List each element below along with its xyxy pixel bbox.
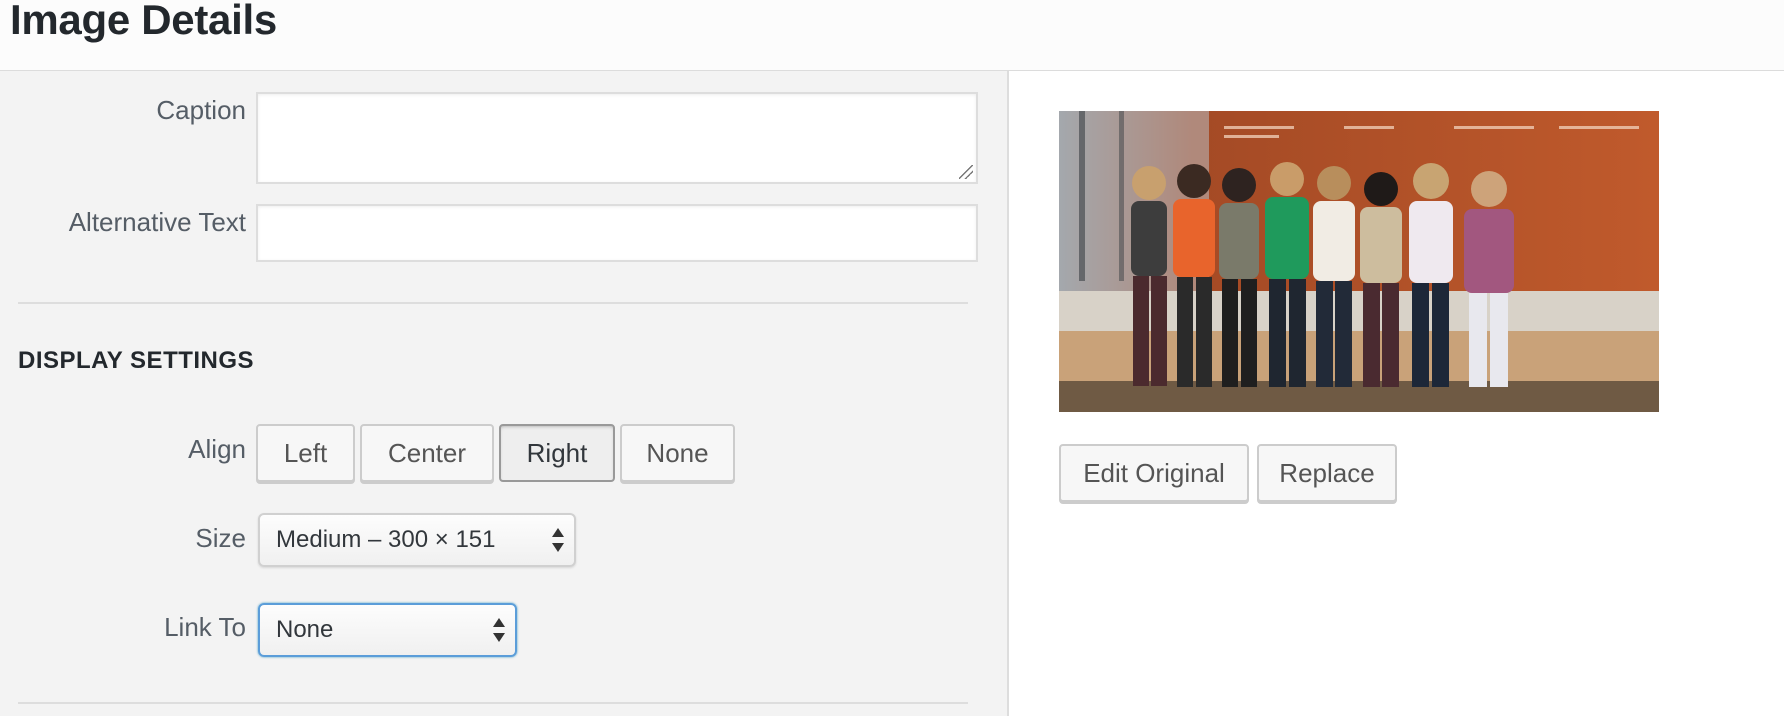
display-settings-heading: DISPLAY SETTINGS	[18, 347, 255, 374]
caption-label: Caption	[156, 95, 246, 125]
preview-panel: Edit Original Replace	[1009, 71, 1784, 716]
size-label: Size	[195, 523, 246, 553]
align-right-button[interactable]: Right	[499, 424, 615, 482]
edit-original-button[interactable]: Edit Original	[1059, 444, 1249, 502]
modal-title-bar: Image Details	[0, 0, 1784, 71]
section-divider	[18, 302, 968, 304]
alt-text-input[interactable]	[256, 204, 978, 262]
replace-button[interactable]: Replace	[1257, 444, 1397, 502]
size-select-value: Medium – 300 × 151	[276, 526, 496, 553]
link-to-select-value: None	[276, 616, 334, 643]
align-none-button[interactable]: None	[620, 424, 735, 482]
link-to-select[interactable]: None	[258, 603, 517, 657]
select-arrows-icon	[552, 528, 564, 552]
page-title: Image Details	[10, 0, 277, 43]
alt-text-label: Alternative Text	[68, 207, 246, 237]
settings-panel: Caption Alternative Text DISPLAY SETTING…	[0, 71, 1009, 716]
caption-textarea[interactable]	[256, 92, 978, 184]
resize-handle-icon[interactable]	[959, 165, 973, 179]
image-preview	[1059, 111, 1659, 412]
align-label: Align	[188, 434, 246, 464]
size-select[interactable]: Medium – 300 × 151	[258, 513, 576, 567]
link-to-label: Link To	[164, 612, 246, 642]
section-divider	[18, 702, 968, 704]
photo-icon	[1059, 111, 1659, 412]
align-left-button[interactable]: Left	[256, 424, 355, 482]
align-center-button[interactable]: Center	[360, 424, 494, 482]
select-arrows-icon	[493, 618, 505, 642]
